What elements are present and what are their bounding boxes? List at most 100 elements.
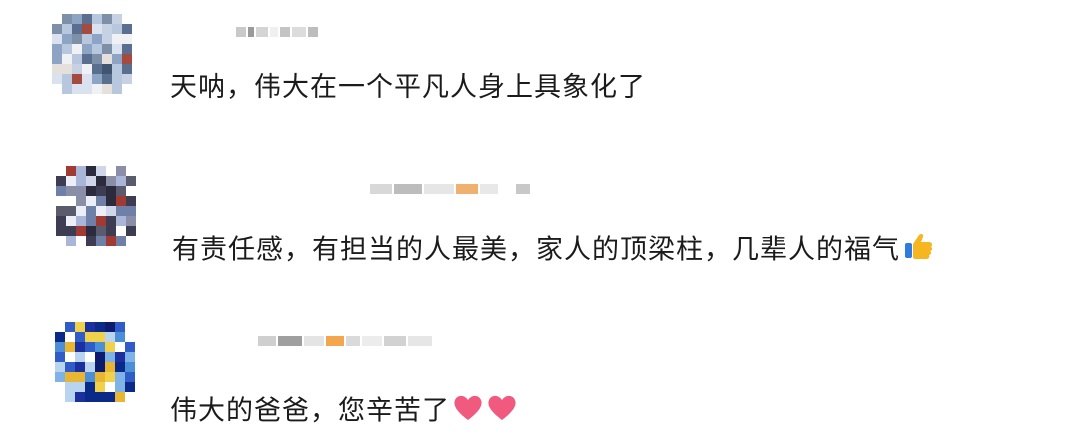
comment-text: 伟大的爸爸，您辛苦了	[170, 392, 518, 432]
avatar-pixel	[116, 176, 126, 186]
avatar-pixel	[55, 332, 65, 342]
avatar-pixel	[122, 14, 132, 24]
avatar-pixel	[112, 24, 122, 34]
comment-text-content: 有责任感，有担当的人最美，家人的顶梁柱，几辈人的福气	[172, 234, 900, 266]
avatar-pixel	[55, 382, 65, 392]
avatar-pixel	[56, 226, 66, 236]
avatar-pixel	[102, 44, 112, 54]
avatar-pixel	[72, 44, 82, 54]
avatar-pixel	[72, 54, 82, 64]
avatar[interactable]	[52, 14, 132, 94]
avatar-pixel	[95, 392, 105, 402]
avatar-pixel	[62, 64, 72, 74]
avatar-pixel	[106, 186, 116, 196]
username-blurred[interactable]	[258, 335, 434, 347]
avatar-pixel	[62, 14, 72, 24]
avatar-pixel	[75, 362, 85, 372]
avatar-pixel	[52, 44, 62, 54]
avatar-pixel	[86, 206, 96, 216]
avatar-pixel	[85, 392, 95, 402]
avatar-pixel	[106, 166, 116, 176]
avatar-pixel	[65, 392, 75, 402]
avatar-pixel	[75, 372, 85, 382]
avatar-pixel	[72, 64, 82, 74]
avatar-pixel	[115, 342, 125, 352]
avatar-pixel	[86, 176, 96, 186]
avatar-pixel	[85, 322, 95, 332]
avatar-pixel	[92, 74, 102, 84]
avatar-pixel	[112, 14, 122, 24]
avatar-pixel	[105, 332, 115, 342]
avatar-pixel	[112, 54, 122, 64]
username-blurred[interactable]	[370, 183, 532, 195]
avatar-pixel	[55, 322, 65, 332]
avatar-pixel	[95, 332, 105, 342]
avatar-pixel	[112, 64, 122, 74]
avatar-pixel	[76, 206, 86, 216]
avatar-pixel	[105, 362, 115, 372]
avatar-pixel	[106, 226, 116, 236]
avatar-pixel	[62, 24, 72, 34]
avatar-pixel	[56, 196, 66, 206]
avatar-pixel	[72, 84, 82, 94]
avatar-pixel	[55, 362, 65, 372]
avatar-pixel	[126, 216, 136, 226]
avatar-pixel	[86, 186, 96, 196]
avatar-pixel	[116, 236, 126, 246]
avatar-pixel	[102, 34, 112, 44]
avatar-pixel	[125, 332, 135, 342]
avatar-pixel	[52, 84, 62, 94]
avatar-pixel	[106, 216, 116, 226]
avatar-pixel	[76, 226, 86, 236]
avatar-pixel	[85, 342, 95, 352]
avatar-pixel	[112, 34, 122, 44]
avatar-pixel	[86, 166, 96, 176]
avatar-pixel	[66, 216, 76, 226]
avatar-pixel	[76, 236, 86, 246]
avatar-pixel	[106, 236, 116, 246]
avatar-pixel	[96, 216, 106, 226]
avatar-pixel	[65, 372, 75, 382]
avatar-pixel	[105, 322, 115, 332]
avatar-pixel	[96, 206, 106, 216]
avatar-pixel	[102, 54, 112, 64]
avatar[interactable]	[56, 166, 136, 246]
avatar-pixel	[85, 352, 95, 362]
avatar-pixel	[82, 54, 92, 64]
avatar-pixel	[56, 236, 66, 246]
avatar-pixel	[116, 206, 126, 216]
avatar-pixel	[115, 332, 125, 342]
avatar-pixel	[55, 342, 65, 352]
heart-icon	[486, 392, 518, 432]
comment-text: 天呐，伟大在一个平凡人身上具象化了	[170, 70, 646, 106]
avatar-pixel	[115, 372, 125, 382]
avatar-pixel	[125, 372, 135, 382]
comment-text: 有责任感，有担当的人最美，家人的顶梁柱，几辈人的福气	[172, 231, 934, 271]
avatar-pixel	[95, 362, 105, 372]
avatar-pixel	[122, 74, 132, 84]
avatar-pixel	[52, 64, 62, 74]
avatar-pixel	[66, 236, 76, 246]
heart-icon	[452, 392, 484, 432]
avatar-pixel	[105, 352, 115, 362]
avatar[interactable]	[55, 322, 135, 402]
avatar-pixel	[116, 226, 126, 236]
avatar-pixel	[66, 166, 76, 176]
avatar-pixel	[115, 322, 125, 332]
avatar-pixel	[102, 84, 112, 94]
avatar-pixel	[122, 84, 132, 94]
avatar-pixel	[85, 332, 95, 342]
avatar-pixel	[125, 322, 135, 332]
avatar-pixel	[125, 392, 135, 402]
avatar-pixel	[92, 54, 102, 64]
avatar-pixel	[95, 382, 105, 392]
avatar-pixel	[96, 226, 106, 236]
avatar-pixel	[115, 352, 125, 362]
avatar-pixel	[92, 64, 102, 74]
avatar-pixel	[126, 166, 136, 176]
avatar-pixel	[126, 186, 136, 196]
avatar-pixel	[82, 84, 92, 94]
avatar-pixel	[116, 216, 126, 226]
username-blurred[interactable]	[236, 26, 320, 38]
avatar-pixel	[122, 34, 132, 44]
